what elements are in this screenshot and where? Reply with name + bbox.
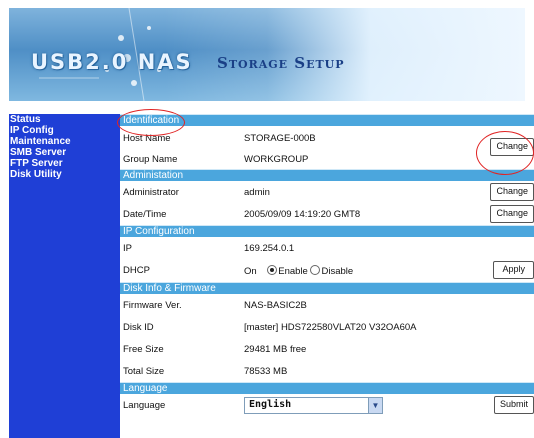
dhcp-state: On	[244, 266, 257, 277]
sidebar-item-status[interactable]: Status	[9, 114, 120, 125]
free-size-label: Free Size	[123, 344, 164, 355]
sidebar-item-smb-server[interactable]: SMB Server	[9, 147, 120, 158]
total-size-row: Total Size 78533 MB	[120, 360, 534, 382]
dhcp-enable-label: Enable	[278, 266, 308, 277]
dhcp-row: DHCP On Enable Disable Apply	[120, 259, 534, 282]
chevron-down-icon[interactable]: ▼	[368, 398, 382, 413]
free-size-row: Free Size 29481 MB free	[120, 338, 534, 360]
language-row: Language English ▼ Submit	[120, 394, 534, 416]
administrator-value: admin	[244, 187, 270, 198]
sidebar-item-disk-utility[interactable]: Disk Utility	[9, 169, 120, 180]
section-header-ip-configuration: IP Configuration	[120, 225, 534, 237]
ip-row: IP 169.254.0.1	[120, 237, 534, 259]
sidebar-item-ftp-server[interactable]: FTP Server	[9, 158, 120, 169]
apply-button[interactable]: Apply	[493, 261, 534, 279]
free-size-value: 29481 MB free	[244, 344, 307, 355]
group-name-value: WORKGROUP	[244, 154, 309, 165]
sidebar-item-maintenance[interactable]: Maintenance	[9, 136, 120, 147]
dhcp-controls: On Enable Disable	[244, 265, 353, 277]
section-header-disk-info: Disk Info & Firmware	[120, 282, 534, 294]
firmware-row: Firmware Ver. NAS-BASIC2B	[120, 294, 534, 316]
host-name-value: STORAGE-000B	[244, 133, 316, 144]
ip-label: IP	[123, 243, 132, 254]
annotation-circle-identification	[117, 109, 185, 136]
sidebar-item-ip-config[interactable]: IP Config	[9, 125, 120, 136]
section-header-language: Language	[120, 382, 534, 394]
section-header-administration: Administation	[120, 169, 534, 181]
dhcp-disable-label: Disable	[321, 266, 354, 277]
disk-id-row: Disk ID [master] HDS722580VLAT20 V32OA60…	[120, 316, 534, 338]
dhcp-enable-radio[interactable]	[267, 265, 278, 275]
dhcp-label: DHCP	[123, 265, 150, 276]
datetime-change-button[interactable]: Change	[490, 205, 534, 223]
language-label: Language	[123, 400, 166, 411]
annotation-circle-change	[476, 131, 534, 175]
firmware-value: NAS-BASIC2B	[244, 300, 307, 311]
datetime-label: Date/Time	[123, 209, 167, 220]
datetime-row: Date/Time 2005/09/09 14:19:20 GMT8 Chang…	[120, 203, 534, 225]
datetime-value: 2005/09/09 14:19:20 GMT8	[244, 209, 361, 220]
submit-button[interactable]: Submit	[493, 396, 534, 414]
header-banner: USB2.0 NAS Storage Setup	[9, 8, 525, 101]
settings-panel: Identification Host Name STORAGE-000B Gr…	[120, 114, 534, 416]
firmware-label: Firmware Ver.	[123, 300, 182, 311]
total-size-label: Total Size	[123, 366, 165, 377]
disk-id-label: Disk ID	[123, 322, 154, 333]
identification-rows: Host Name STORAGE-000B Group Name WORKGR…	[120, 126, 534, 165]
banner-title: USB2.0 NAS	[31, 50, 193, 74]
group-name-label: Group Name	[123, 154, 178, 165]
sidebar-nav: Status IP Config Maintenance SMB Server …	[9, 114, 120, 438]
administrator-row: Administrator admin Change	[120, 181, 534, 203]
banner-subtitle: Storage Setup	[217, 54, 345, 72]
administrator-change-button[interactable]: Change	[490, 183, 534, 201]
ip-value: 169.254.0.1	[244, 243, 295, 254]
administrator-label: Administrator	[123, 187, 179, 198]
language-select[interactable]: English ▼	[244, 397, 383, 414]
disk-id-value: [master] HDS722580VLAT20 V32OA60A	[244, 322, 417, 333]
dhcp-disable-radio[interactable]	[310, 265, 321, 275]
total-size-value: 78533 MB	[244, 366, 288, 377]
language-selected-value: English	[249, 399, 292, 410]
